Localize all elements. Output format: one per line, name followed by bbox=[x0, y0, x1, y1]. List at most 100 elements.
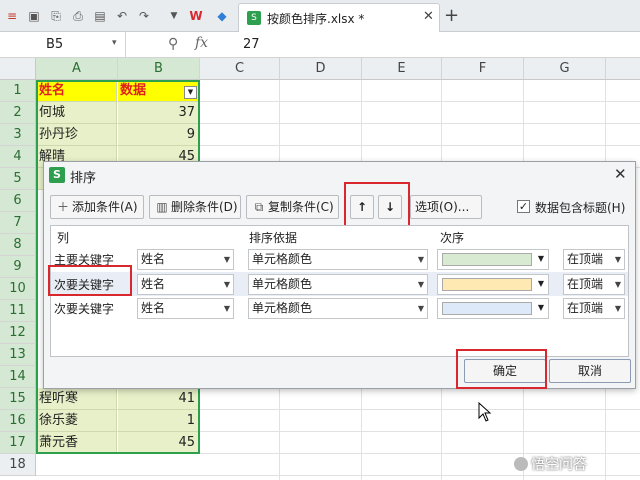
color-swatch bbox=[442, 253, 532, 266]
color-select[interactable]: ▼ bbox=[437, 249, 549, 270]
ok-button[interactable]: 确定 bbox=[464, 359, 546, 383]
basis-select[interactable]: 单元格颜色 ▼ bbox=[248, 298, 428, 319]
column-header[interactable]: F bbox=[442, 58, 524, 80]
chevron-down-icon[interactable]: ▾ bbox=[112, 38, 117, 48]
table-cell[interactable]: 何城 bbox=[37, 102, 117, 124]
wps-logo-icon[interactable]: W bbox=[188, 8, 204, 24]
header-cell-name[interactable]: 姓名 bbox=[37, 80, 117, 102]
export-pdf-icon[interactable]: ⎘ bbox=[48, 8, 64, 24]
sort-levels-panel: 列 排序依据 次序 主要关键字 姓名 ▼ 单元格颜色 ▼ ▼ 在顶端 ▼ 次要关键字 … bbox=[50, 225, 629, 357]
color-select[interactable]: ▼ bbox=[437, 298, 549, 319]
print-icon[interactable]: ⎙ bbox=[70, 8, 86, 24]
row-header[interactable]: 4 bbox=[0, 146, 36, 168]
has-header-checkbox[interactable]: ✓ bbox=[517, 200, 530, 213]
copy-condition-label: 复制条件(C) bbox=[268, 200, 334, 214]
row-header[interactable]: 17 bbox=[0, 432, 36, 454]
table-cell[interactable]: 萧元香 bbox=[37, 432, 117, 454]
copy-condition-button[interactable]: ⧉ 复制条件(C) bbox=[246, 195, 339, 219]
cube-icon[interactable]: ◆ bbox=[214, 8, 230, 24]
document-tab[interactable]: S 按颜色排序.xlsx * ✕ bbox=[238, 3, 440, 32]
fx-icon[interactable]: fx bbox=[195, 35, 208, 51]
row-header[interactable]: 8 bbox=[0, 234, 36, 256]
column-header[interactable]: C bbox=[200, 58, 280, 80]
row-header[interactable]: 13 bbox=[0, 344, 36, 366]
row-header[interactable]: 11 bbox=[0, 300, 36, 322]
color-swatch bbox=[442, 278, 532, 291]
row-header[interactable]: 12 bbox=[0, 322, 36, 344]
column-select-value: 姓名 bbox=[141, 277, 166, 291]
row-header[interactable]: 3 bbox=[0, 124, 36, 146]
color-select[interactable]: ▼ bbox=[437, 274, 549, 295]
chevron-down-icon: ▼ bbox=[417, 304, 424, 313]
column-header-overflow bbox=[606, 58, 640, 80]
save-icon[interactable]: ▣ bbox=[26, 8, 42, 24]
tab-close-icon[interactable]: ✕ bbox=[423, 9, 434, 24]
column-header[interactable]: A bbox=[36, 58, 118, 80]
column-header[interactable]: D bbox=[280, 58, 362, 80]
order-select[interactable]: 在顶端 ▼ bbox=[563, 298, 625, 319]
dialog-close-icon[interactable]: ✕ bbox=[614, 165, 627, 183]
basis-select-value: 单元格颜色 bbox=[252, 301, 313, 315]
row-header[interactable]: 7 bbox=[0, 212, 36, 234]
chevron-down-icon: ▼ bbox=[614, 304, 621, 313]
mouse-cursor-icon bbox=[478, 402, 492, 422]
row-header[interactable]: 10 bbox=[0, 278, 36, 300]
table-cell[interactable]: 1 bbox=[118, 410, 199, 432]
table-cell[interactable]: 程听寒 bbox=[37, 388, 117, 410]
watermark: 悟空问答 bbox=[514, 454, 587, 474]
tab-title: 按颜色排序.xlsx * bbox=[267, 12, 365, 26]
table-cell[interactable]: 9 bbox=[118, 124, 199, 146]
move-down-button[interactable]: ↓ bbox=[378, 195, 402, 219]
column-select[interactable]: 姓名 ▼ bbox=[137, 249, 234, 270]
level-label: 次要关键字 bbox=[54, 302, 115, 316]
row-header[interactable]: 5 bbox=[0, 168, 36, 190]
column-header[interactable]: E bbox=[362, 58, 442, 80]
has-header-label: 数据包含标题(H) bbox=[535, 201, 626, 215]
row-header[interactable]: 1 bbox=[0, 80, 36, 102]
level-label[interactable]: 次要关键字 bbox=[54, 274, 134, 296]
filter-dropdown-icon[interactable]: ▼ bbox=[184, 86, 197, 99]
row-header[interactable]: 15 bbox=[0, 388, 36, 410]
order-select[interactable]: 在顶端 ▼ bbox=[563, 274, 625, 295]
zoom-icon[interactable]: ⚲ bbox=[168, 36, 178, 52]
order-select[interactable]: 在顶端 ▼ bbox=[563, 249, 625, 270]
new-tab-button[interactable]: + bbox=[444, 5, 459, 26]
more-dropdown-icon[interactable]: ▼ bbox=[166, 8, 182, 24]
print-preview-icon[interactable]: ▤ bbox=[92, 8, 108, 24]
order-select-value: 在顶端 bbox=[567, 277, 604, 291]
cancel-button[interactable]: 取消 bbox=[549, 359, 631, 383]
column-header[interactable]: G bbox=[524, 58, 606, 80]
column-select[interactable]: 姓名 ▼ bbox=[137, 274, 234, 295]
name-box[interactable]: B5 ▾ bbox=[0, 32, 126, 57]
row-header[interactable]: 6 bbox=[0, 190, 36, 212]
delete-condition-button[interactable]: ▥ 删除条件(D) bbox=[149, 195, 241, 219]
row-header[interactable]: 2 bbox=[0, 102, 36, 124]
row-header[interactable]: 14 bbox=[0, 366, 36, 388]
watermark-text: 悟空问答 bbox=[531, 457, 587, 473]
formula-input[interactable]: 27 bbox=[243, 37, 260, 52]
undo-icon[interactable]: ↶ bbox=[114, 8, 130, 24]
basis-select[interactable]: 单元格颜色 ▼ bbox=[248, 274, 428, 295]
column-select[interactable]: 姓名 ▼ bbox=[137, 298, 234, 319]
row-header[interactable]: 18 bbox=[0, 454, 36, 476]
dialog-titlebar[interactable]: S 排序 ✕ bbox=[44, 162, 635, 188]
table-cell[interactable]: 孙丹珍 bbox=[37, 124, 117, 146]
select-all-corner[interactable] bbox=[0, 58, 36, 80]
basis-select-value: 单元格颜色 bbox=[252, 277, 313, 291]
redo-icon[interactable]: ↷ bbox=[136, 8, 152, 24]
add-condition-button[interactable]: ＋添加条件(A) bbox=[50, 195, 144, 219]
color-swatch bbox=[442, 302, 532, 315]
menu-icon[interactable]: ≡ bbox=[4, 8, 20, 24]
options-button[interactable]: 选项(O)... bbox=[410, 195, 482, 219]
column-header[interactable]: B bbox=[118, 58, 200, 80]
table-cell[interactable]: 41 bbox=[118, 388, 199, 410]
row-header[interactable]: 16 bbox=[0, 410, 36, 432]
table-cell[interactable]: 45 bbox=[118, 432, 199, 454]
basis-select[interactable]: 单元格颜色 ▼ bbox=[248, 249, 428, 270]
table-cell[interactable]: 37 bbox=[118, 102, 199, 124]
table-cell[interactable]: 徐乐菱 bbox=[37, 410, 117, 432]
move-up-button[interactable]: ↑ bbox=[350, 195, 374, 219]
watermark-logo-icon bbox=[514, 457, 528, 471]
row-header[interactable]: 9 bbox=[0, 256, 36, 278]
order-select-value: 在顶端 bbox=[567, 301, 604, 315]
